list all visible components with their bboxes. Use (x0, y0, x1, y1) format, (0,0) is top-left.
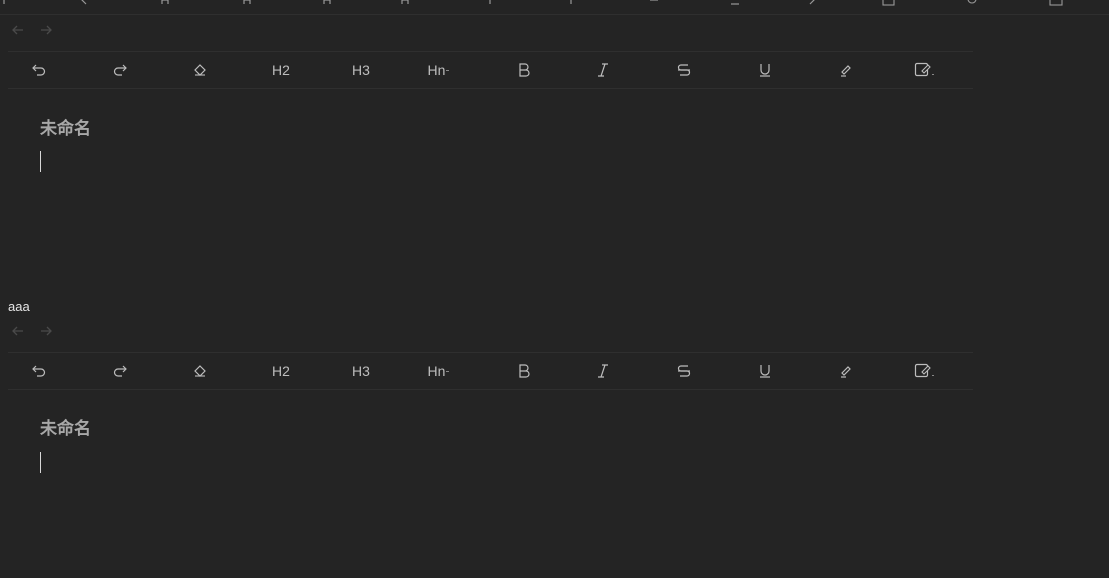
undo-icon (31, 62, 47, 78)
format-toolbar: H2 H3 Hn (8, 51, 973, 89)
text-cursor (40, 151, 41, 172)
italic-icon[interactable] (566, 0, 580, 6)
h2-button[interactable]: H2 (261, 353, 301, 389)
document-title[interactable]: 未命名 (40, 114, 91, 139)
redo-icon (112, 62, 128, 78)
highlight-icon (838, 363, 854, 379)
hn-dropdown-button[interactable]: Hn (419, 353, 459, 389)
dropdown-indicator-icon (446, 369, 450, 373)
h3-button[interactable]: H3 (341, 353, 381, 389)
bold-button[interactable] (504, 52, 544, 88)
top-toolbar-strip (0, 0, 1109, 15)
forward-arrow-icon[interactable] (38, 22, 54, 38)
redo-button[interactable] (100, 353, 140, 389)
eraser-icon[interactable] (78, 0, 92, 6)
eraser-icon (191, 363, 207, 379)
edit-button[interactable] (905, 52, 945, 88)
underline-icon (757, 62, 773, 78)
bold-icon[interactable] (487, 0, 501, 6)
history-nav (10, 22, 54, 38)
h3-button[interactable]: H3 (341, 52, 381, 88)
hn-dropdown-button[interactable]: Hn (419, 52, 459, 88)
forward-arrow-icon[interactable] (38, 323, 54, 339)
highlight-icon[interactable] (808, 0, 822, 6)
edit-icon (914, 362, 936, 380)
body-text: aaa (8, 299, 30, 314)
bold-button[interactable] (504, 353, 544, 389)
format-toolbar: H2 H3 Hn (8, 352, 973, 390)
undo-icon (31, 363, 47, 379)
heading-icon[interactable] (160, 0, 174, 6)
bold-icon (516, 363, 532, 379)
document-title[interactable]: 未命名 (40, 414, 91, 439)
h3-label: H3 (352, 62, 370, 78)
dropdown-indicator-icon (446, 68, 450, 72)
h2-label: H2 (272, 62, 290, 78)
clear-format-button[interactable] (179, 52, 219, 88)
strikethrough-button[interactable] (664, 52, 704, 88)
undo-button[interactable] (19, 353, 59, 389)
bold-icon (516, 62, 532, 78)
redo-icon[interactable] (2, 0, 16, 6)
strike-icon[interactable] (648, 0, 662, 6)
clear-format-button[interactable] (179, 353, 219, 389)
hn-label: Hn (427, 363, 446, 379)
edit-button[interactable] (905, 353, 945, 389)
back-arrow-icon[interactable] (10, 323, 26, 339)
italic-icon (595, 62, 611, 78)
underline-button[interactable] (745, 353, 785, 389)
edit-icon (914, 61, 936, 79)
italic-icon (595, 363, 611, 379)
italic-button[interactable] (583, 52, 623, 88)
history-nav (10, 323, 54, 339)
strikethrough-icon (676, 62, 692, 78)
text-cursor (40, 452, 41, 473)
back-arrow-icon[interactable] (10, 22, 26, 38)
highlight-button[interactable] (826, 353, 866, 389)
redo-button[interactable] (100, 52, 140, 88)
strikethrough-button[interactable] (664, 353, 704, 389)
underline-icon (757, 363, 773, 379)
italic-button[interactable] (583, 353, 623, 389)
heading-icon[interactable] (322, 0, 336, 6)
undo-button[interactable] (19, 52, 59, 88)
highlight-icon (838, 62, 854, 78)
redo-icon (112, 363, 128, 379)
hn-label: Hn (427, 62, 446, 78)
strikethrough-icon (676, 363, 692, 379)
heading-icon[interactable] (400, 0, 414, 6)
expand-icon[interactable] (1049, 0, 1063, 6)
edit-icon[interactable] (882, 0, 896, 6)
h2-button[interactable]: H2 (261, 52, 301, 88)
underline-button[interactable] (745, 52, 785, 88)
link-icon[interactable] (966, 0, 980, 6)
h3-label: H3 (352, 363, 370, 379)
highlight-button[interactable] (826, 52, 866, 88)
underline-icon[interactable] (729, 0, 743, 6)
heading-icon[interactable] (242, 0, 256, 6)
eraser-icon (191, 62, 207, 78)
h2-label: H2 (272, 363, 290, 379)
